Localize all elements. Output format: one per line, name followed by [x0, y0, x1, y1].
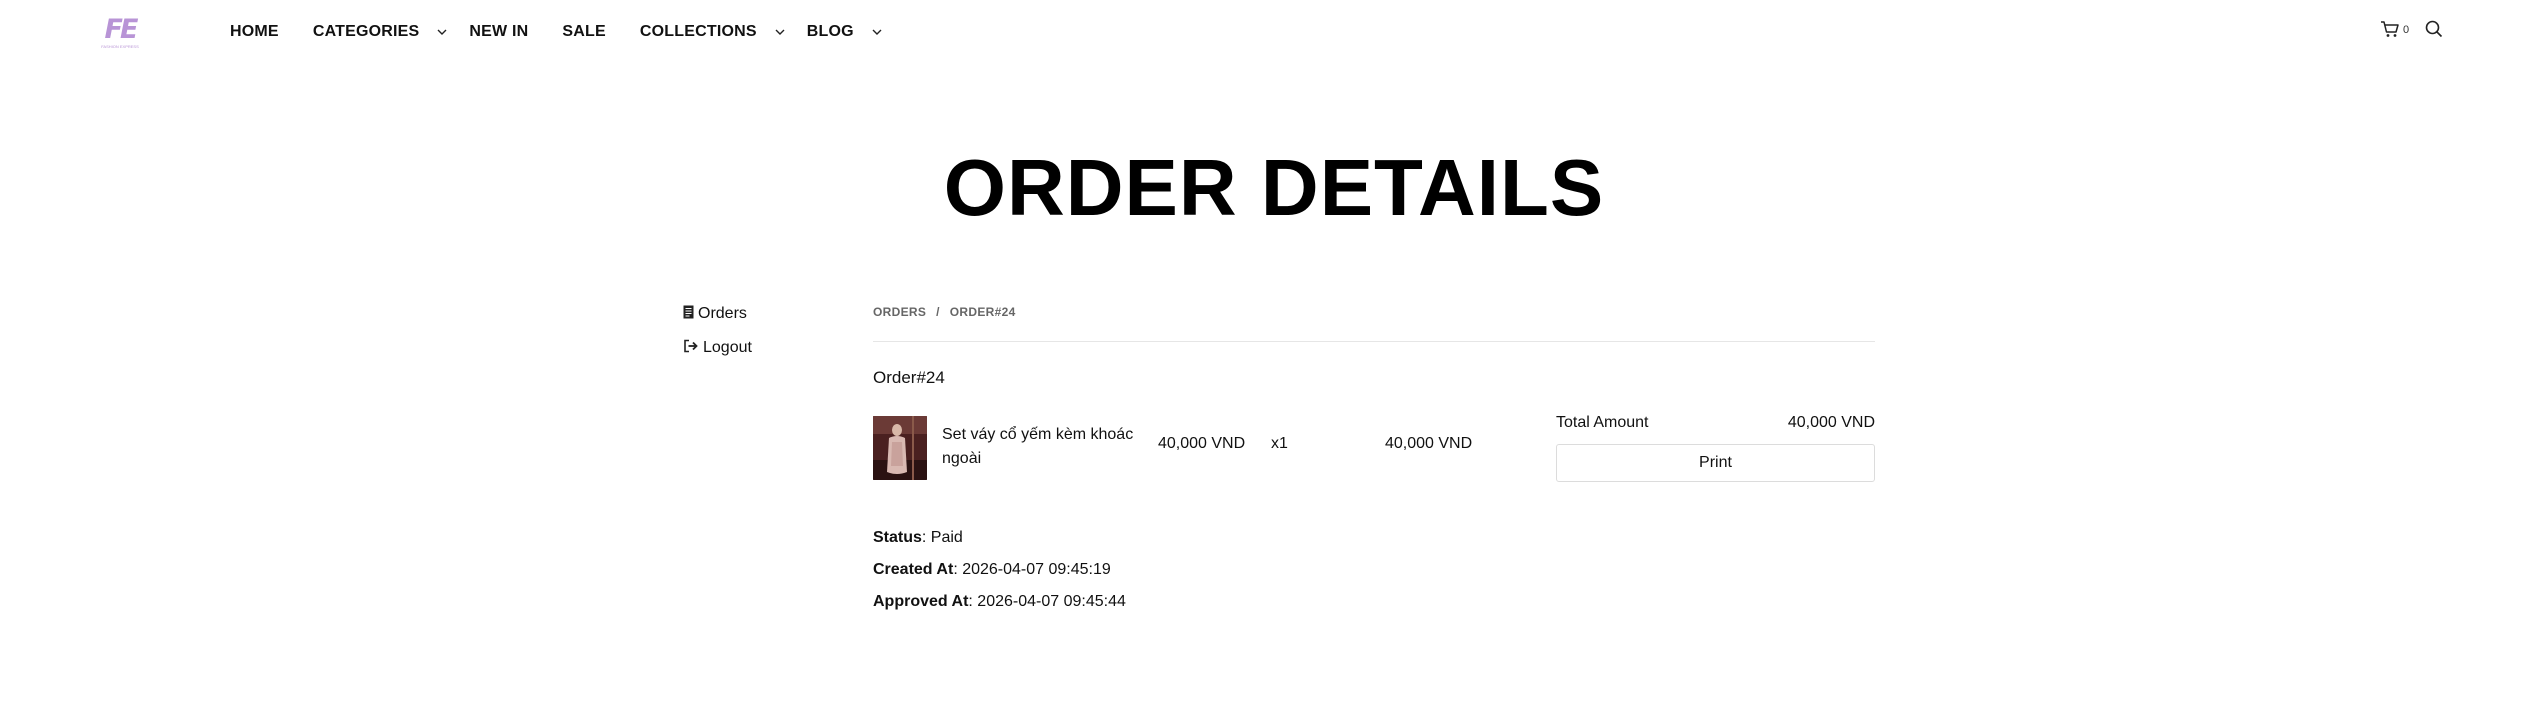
nav-item-home[interactable]: HOME: [230, 23, 279, 41]
cart-icon: [2380, 20, 2400, 43]
approved-at-label: Approved At: [873, 593, 969, 610]
document-icon: [683, 305, 698, 324]
status-value: : Paid: [921, 529, 963, 546]
nav-item-label: CATEGORIES: [312, 23, 420, 40]
breadcrumb-orders[interactable]: ORDERS: [873, 305, 926, 319]
nav-item-label: HOME: [230, 23, 279, 40]
site-header: FE FASHION EXPRESS HOME CATEGORIES NEW I…: [0, 0, 2548, 64]
search-icon[interactable]: [2425, 20, 2443, 43]
cart-count: 0: [2403, 24, 2410, 36]
item-total: 40,000 VND: [1385, 435, 1473, 452]
account-sidebar: Orders Logout: [683, 302, 752, 370]
divider: [873, 341, 1875, 342]
approved-at-value: : 2026-04-07 09:45:44: [968, 593, 1126, 610]
nav-item-new-in[interactable]: NEW IN: [469, 23, 528, 41]
approved-at-line: Approved At: 2026-04-07 09:45:44: [873, 590, 1126, 622]
status-label: Status: [873, 529, 922, 546]
order-details-panel: ORDERS / ORDER#24 Order#24 Set váy cổ yế…: [873, 302, 1875, 610]
page-title: ORDER DETAILS: [943, 143, 1605, 232]
sidebar-item-orders[interactable]: Orders: [683, 302, 752, 326]
nav-item-label: NEW IN: [469, 23, 529, 40]
nav-item-blog[interactable]: BLOG: [807, 23, 884, 41]
item-price: 40,000 VND: [1158, 435, 1246, 452]
breadcrumb-current: ORDER#24: [949, 305, 1016, 319]
breadcrumb: ORDERS / ORDER#24: [873, 302, 1875, 322]
chevron-down-icon[interactable]: [773, 25, 787, 39]
sidebar-item-logout[interactable]: Logout: [683, 336, 752, 360]
sidebar-item-label: Logout: [703, 339, 752, 356]
header-actions: 0: [2380, 20, 2443, 43]
created-at-line: Created At: 2026-04-07 09:45:19: [873, 558, 1126, 590]
sidebar-item-label: Orders: [698, 305, 747, 322]
nav-item-label: COLLECTIONS: [639, 23, 757, 40]
nav-item-label: SALE: [562, 23, 606, 40]
product-thumbnail[interactable]: [873, 416, 927, 480]
nav-item-label: BLOG: [806, 23, 854, 40]
total-amount-line: Total Amount 40,000 VND: [1556, 414, 1875, 438]
order-summary: Total Amount 40,000 VND Print: [1556, 414, 1875, 482]
order-meta: Status: Paid Created At: 2026-04-07 09:4…: [873, 526, 1126, 622]
nav-item-sale[interactable]: SALE: [562, 23, 605, 41]
total-amount-value: 40,000 VND: [1787, 414, 1875, 431]
created-at-label: Created At: [873, 561, 954, 578]
cart-button[interactable]: 0: [2380, 20, 2409, 43]
logo-tagline: FASHION EXPRESS: [101, 44, 139, 49]
logout-icon: [683, 339, 703, 358]
product-name[interactable]: Set váy cổ yếm kèm khoác ngoài: [942, 423, 1142, 471]
status-line: Status: Paid: [873, 526, 1126, 558]
order-id: Order#24: [873, 368, 945, 387]
created-at-value: : 2026-04-07 09:45:19: [953, 561, 1111, 578]
main-nav: HOME CATEGORIES NEW IN SALE COLLECTIONS …: [230, 20, 904, 44]
nav-item-categories[interactable]: CATEGORIES: [313, 23, 450, 41]
brand-logo[interactable]: FE FASHION EXPRESS: [94, 16, 146, 50]
chevron-down-icon[interactable]: [435, 25, 449, 39]
chevron-down-icon[interactable]: [870, 25, 884, 39]
breadcrumb-separator: /: [936, 305, 940, 319]
total-amount-label: Total Amount: [1556, 414, 1649, 431]
logo-mark: FE: [104, 14, 139, 45]
print-button[interactable]: Print: [1556, 444, 1875, 482]
nav-item-collections[interactable]: COLLECTIONS: [640, 23, 787, 41]
item-quantity: x1: [1271, 435, 1288, 452]
order-item-row: Set váy cổ yếm kèm khoác ngoài 40,000 VN…: [873, 414, 1493, 480]
